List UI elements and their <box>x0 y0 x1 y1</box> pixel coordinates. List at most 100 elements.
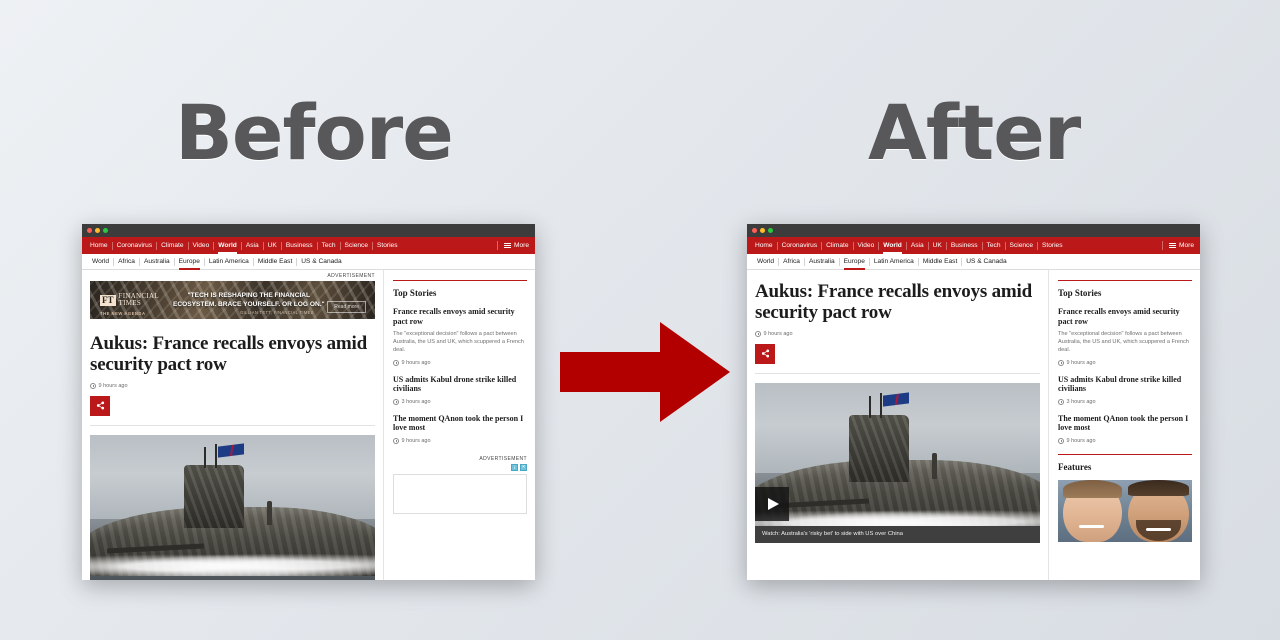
nav-item-tech[interactable]: Tech <box>316 241 340 250</box>
nav-item-uk[interactable]: UK <box>927 241 946 250</box>
browser-window-before: Home Coronavirus Climate Video World Asi… <box>82 224 535 580</box>
sidebar-column: Top Stories France recalls envoys amid s… <box>1048 270 1200 580</box>
nav-item-home[interactable]: Home <box>86 242 112 250</box>
nav-item-video[interactable]: Video <box>187 241 214 250</box>
list-item[interactable]: The moment QAnon took the person I love … <box>393 414 527 444</box>
nav-item-stories[interactable]: Stories <box>372 241 402 250</box>
list-item[interactable]: US admits Kabul drone strike killed civi… <box>393 375 527 405</box>
nav-item-uk[interactable]: UK <box>262 241 281 250</box>
clock-icon <box>393 398 399 405</box>
subnav-item-us-canada[interactable]: US & Canada <box>961 257 1010 266</box>
subnav-item-australia[interactable]: Australia <box>138 257 174 266</box>
nav-item-coronavirus[interactable]: Coronavirus <box>776 241 822 250</box>
advertisement2-slot[interactable] <box>393 473 527 514</box>
story-timestamp: 9 hours ago <box>393 359 527 366</box>
story-timestamp: 9 hours ago <box>1058 359 1192 366</box>
advertisement-banner[interactable]: FT FINANCIAL TIMES THE NEW AGENDA "TECH … <box>90 281 375 319</box>
subnav-item-latin-america[interactable]: Latin America <box>868 257 918 266</box>
nav-item-science[interactable]: Science <box>339 241 372 250</box>
subnav-item-latin-america[interactable]: Latin America <box>203 257 253 266</box>
feature-photo[interactable] <box>1058 479 1192 542</box>
nav-item-asia[interactable]: Asia <box>240 241 263 250</box>
article-timestamp: 9 hours ago <box>90 382 375 389</box>
subnav-item-world[interactable]: World <box>88 258 113 266</box>
page-body: Aukus: France recalls envoys amid securi… <box>747 270 1200 580</box>
arrow-shaft <box>560 352 665 392</box>
before-label: Before <box>175 88 454 177</box>
nav-item-stories[interactable]: Stories <box>1037 241 1067 250</box>
nav-item-asia[interactable]: Asia <box>905 241 928 250</box>
nav-item-business[interactable]: Business <box>280 241 317 250</box>
nav-item-world[interactable]: World <box>213 241 241 254</box>
ft-brand-name: FINANCIAL TIMES <box>118 291 159 307</box>
article-media[interactable] <box>90 434 375 580</box>
subnav-item-us-canada[interactable]: US & Canada <box>296 257 345 266</box>
nav-item-climate[interactable]: Climate <box>156 241 187 250</box>
list-item[interactable]: US admits Kabul drone strike killed civi… <box>1058 375 1192 405</box>
share-icon <box>761 349 769 358</box>
primary-nav-items: Home Coronavirus Climate Video World Asi… <box>751 237 1067 254</box>
story-title: The moment QAnon took the person I love … <box>393 413 524 433</box>
story-timestamp: 3 hours ago <box>1058 398 1192 405</box>
subnav-item-africa[interactable]: Africa <box>778 257 804 266</box>
clock-icon <box>90 382 96 389</box>
sidebar-top-rule <box>1058 280 1192 281</box>
story-summary: The "exceptional decision" follows a pac… <box>1058 331 1189 354</box>
play-button[interactable] <box>755 486 789 521</box>
article-headline: Aukus: France recalls envoys amid securi… <box>755 281 1032 324</box>
close-icon[interactable]: ✕ <box>520 463 527 471</box>
main-column: ADVERTISEMENT FT FINANCIAL TIMES THE NEW… <box>82 270 383 580</box>
nav-item-world[interactable]: World <box>878 241 906 254</box>
submarine-mast-secondary <box>880 392 882 419</box>
article-headline: Aukus: France recalls envoys amid securi… <box>90 333 367 376</box>
nav-item-coronavirus[interactable]: Coronavirus <box>111 241 157 250</box>
share-button[interactable] <box>90 395 110 416</box>
ft-tagline: THE NEW AGENDA <box>100 311 146 316</box>
ft-logo: FT FINANCIAL TIMES <box>100 291 159 308</box>
share-button[interactable] <box>755 343 775 364</box>
maximize-window-dot[interactable] <box>103 228 108 233</box>
info-icon[interactable]: i <box>511 463 518 471</box>
subnav-item-world[interactable]: World <box>753 258 778 266</box>
person-right-smile <box>1146 527 1171 531</box>
article-media[interactable]: Watch: Australia's 'risky bet' to side w… <box>755 382 1040 543</box>
submarine-sail <box>849 414 909 483</box>
clock-icon <box>1058 398 1064 405</box>
advertisement-cta-button[interactable]: Read more <box>327 301 366 313</box>
primary-nav-items: Home Coronavirus Climate Video World Asi… <box>86 237 402 254</box>
list-item[interactable]: France recalls envoys amid security pact… <box>393 307 527 366</box>
article-timestamp: 9 hours ago <box>755 330 1040 337</box>
story-title: France recalls envoys amid security pact… <box>1058 307 1180 326</box>
nav-item-tech[interactable]: Tech <box>981 241 1005 250</box>
subnav-item-middle-east[interactable]: Middle East <box>252 257 296 266</box>
nav-item-climate[interactable]: Climate <box>821 241 852 250</box>
more-menu-button[interactable]: More <box>1161 241 1194 250</box>
submarine-photo <box>755 382 1040 543</box>
close-window-dot[interactable] <box>87 228 92 233</box>
nav-item-science[interactable]: Science <box>1004 241 1037 250</box>
submarine-periscope <box>266 500 273 525</box>
story-title: US admits Kabul drone strike killed civi… <box>393 374 517 394</box>
close-window-dot[interactable] <box>752 228 757 233</box>
story-title: US admits Kabul drone strike killed civi… <box>1058 374 1182 394</box>
nav-item-video[interactable]: Video <box>852 241 879 250</box>
nav-item-business[interactable]: Business <box>945 241 982 250</box>
subnav-item-middle-east[interactable]: Middle East <box>917 257 961 266</box>
list-item[interactable]: France recalls envoys amid security pact… <box>1058 307 1192 366</box>
clock-icon <box>1058 359 1064 366</box>
clock-icon <box>393 437 399 444</box>
subnav-item-australia[interactable]: Australia <box>803 257 839 266</box>
story-title: France recalls envoys amid security pact… <box>393 307 515 326</box>
subnav-item-europe[interactable]: Europe <box>173 257 204 270</box>
more-menu-button[interactable]: More <box>496 241 529 250</box>
clock-icon <box>755 330 761 337</box>
clock-icon <box>393 359 399 366</box>
maximize-window-dot[interactable] <box>768 228 773 233</box>
submarine-mast <box>204 446 206 468</box>
nav-item-home[interactable]: Home <box>751 242 777 250</box>
subnav-item-africa[interactable]: Africa <box>113 257 139 266</box>
minimize-window-dot[interactable] <box>95 228 100 233</box>
subnav-item-europe[interactable]: Europe <box>838 257 869 270</box>
list-item[interactable]: The moment QAnon took the person I love … <box>1058 414 1192 444</box>
minimize-window-dot[interactable] <box>760 228 765 233</box>
